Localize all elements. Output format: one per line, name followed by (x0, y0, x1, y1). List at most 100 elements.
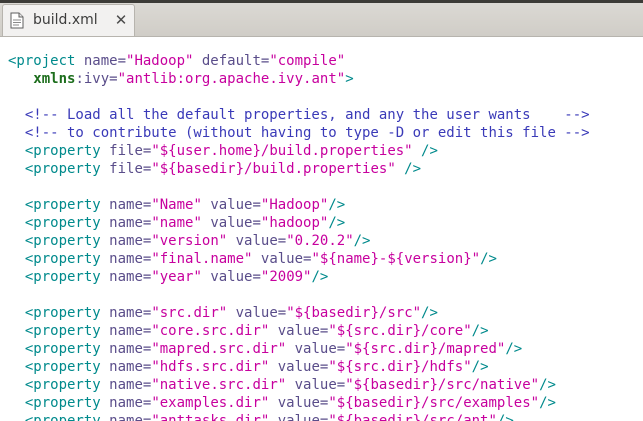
code-line: <property file="${basedir}/build.propert… (8, 160, 590, 178)
string-value-token: "${basedir}/build.properties" (151, 161, 396, 177)
attribute-token: default= (193, 53, 270, 69)
code-line: <property name="examples.dir" value="${b… (8, 394, 590, 412)
string-value-token: "2009" (260, 269, 312, 285)
string-value-token: "${basedir}/src" (286, 305, 422, 321)
code-line: xmlns:ivy="antlib:org.apache.ivy.ant"> (8, 70, 590, 88)
string-value-token: "${basedir}/src/examples" (328, 395, 540, 411)
comment-token: <!-- to contribute (without having to ty… (24, 125, 590, 141)
tab-build-xml[interactable]: build.xml ✕ (2, 4, 135, 36)
attribute-token: value= (269, 413, 329, 421)
string-value-token: "antlib:org.apache.ivy.ant" (117, 71, 346, 87)
editor-window: build.xml ✕ <project name="Hadoop" defau… (0, 0, 643, 421)
text-file-icon (10, 12, 24, 29)
code-editor[interactable]: <project name="Hadoop" default="compile"… (0, 37, 643, 421)
window-top-border (0, 0, 643, 3)
xml-tag-token: <property (24, 413, 110, 421)
string-value-token: "Hadoop" (126, 53, 194, 69)
attribute-token: file= (109, 143, 152, 159)
xml-tag-token: <project (8, 53, 84, 69)
xml-tag-token: /> (505, 341, 523, 357)
code-line: <property name="src.dir" value="${basedi… (8, 304, 590, 322)
xml-tag-token: <property (24, 251, 110, 267)
string-value-token: "${src.dir}/hdfs" (328, 359, 472, 375)
code-line: <property name="final.name" value="${nam… (8, 250, 590, 268)
attribute-token: name= (83, 53, 127, 69)
string-value-token: "mapred.src.dir" (151, 341, 287, 357)
xml-tag-token: > (345, 71, 354, 87)
xml-tag-token: /> (353, 233, 371, 249)
string-value-token: "src.dir" (151, 305, 228, 321)
string-value-token: "year" (151, 269, 202, 285)
xml-tag-token: <property (24, 197, 110, 213)
string-value-token: "Name" (151, 197, 202, 213)
xml-tag-token: <property (24, 161, 110, 177)
string-value-token: "${name}-${version}" (311, 251, 481, 267)
xml-tag-token: <property (24, 341, 110, 357)
comment-token: <!-- Load all the default properties, an… (24, 107, 590, 123)
string-value-token: "${basedir}/src/native" (345, 377, 540, 393)
code-line: <property name="version" value="0.20.2"/… (8, 232, 590, 250)
xml-tag-token: /> (539, 395, 556, 411)
code-line: <property file="${user.home}/build.prope… (8, 142, 590, 160)
code-line: <project name="Hadoop" default="compile" (8, 52, 590, 70)
string-value-token: "final.name" (151, 251, 253, 267)
xml-tag-token: /> (496, 413, 514, 421)
attribute-token: value= (201, 215, 261, 231)
string-value-token: "hadoop" (260, 215, 329, 231)
attribute-token: value= (286, 377, 346, 393)
xml-tag-token: /> (412, 143, 438, 159)
attribute-token: name= (109, 395, 152, 411)
xml-tag-token: <property (24, 143, 110, 159)
attribute-token: name= (109, 233, 152, 249)
string-value-token: "compile" (269, 53, 346, 69)
xml-tag-token: <property (24, 395, 110, 411)
string-value-token: "${user.home}/build.properties" (151, 143, 413, 159)
attribute-token: name= (109, 197, 152, 213)
attribute-token: name= (109, 251, 152, 267)
xml-tag-token: <property (24, 377, 110, 393)
xml-tag-token: <property (24, 305, 110, 321)
code-line: <property name="anttasks.dir" value="${b… (8, 412, 590, 421)
attribute-token: name= (109, 341, 152, 357)
attribute-token: value= (227, 233, 287, 249)
string-value-token: "${basedir}/src/ant" (328, 413, 497, 421)
string-value-token: "${src.dir}/core" (328, 323, 472, 339)
attribute-token: name= (109, 359, 152, 375)
code-line: <property name="Name" value="Hadoop"/> (8, 196, 590, 214)
string-value-token: "version" (151, 233, 228, 249)
code-text[interactable]: <project name="Hadoop" default="compile"… (8, 52, 590, 421)
string-value-token: "Hadoop" (260, 197, 329, 213)
code-line: <property name="name" value="hadoop"/> (8, 214, 590, 232)
xml-tag-token: <property (24, 215, 110, 231)
xml-tag-token: /> (311, 269, 329, 285)
xml-tag-token: /> (328, 197, 346, 213)
attribute-token: :ivy= (75, 71, 118, 87)
attribute-token: name= (109, 323, 152, 339)
tab-title: build.xml (33, 12, 98, 28)
code-line: <property name="native.src.dir" value="$… (8, 376, 590, 394)
attribute-token: name= (109, 269, 152, 285)
code-line: <property name="core.src.dir" value="${s… (8, 322, 590, 340)
attribute-token: value= (252, 251, 312, 267)
string-value-token: "core.src.dir" (151, 323, 270, 339)
close-icon[interactable]: ✕ (113, 12, 129, 28)
xml-tag-token: <property (24, 359, 110, 375)
attribute-token: name= (109, 413, 152, 421)
attribute-token: value= (201, 197, 261, 213)
code-line: <property name="year" value="2009"/> (8, 268, 590, 286)
code-line: <!-- Load all the default properties, an… (8, 106, 590, 124)
